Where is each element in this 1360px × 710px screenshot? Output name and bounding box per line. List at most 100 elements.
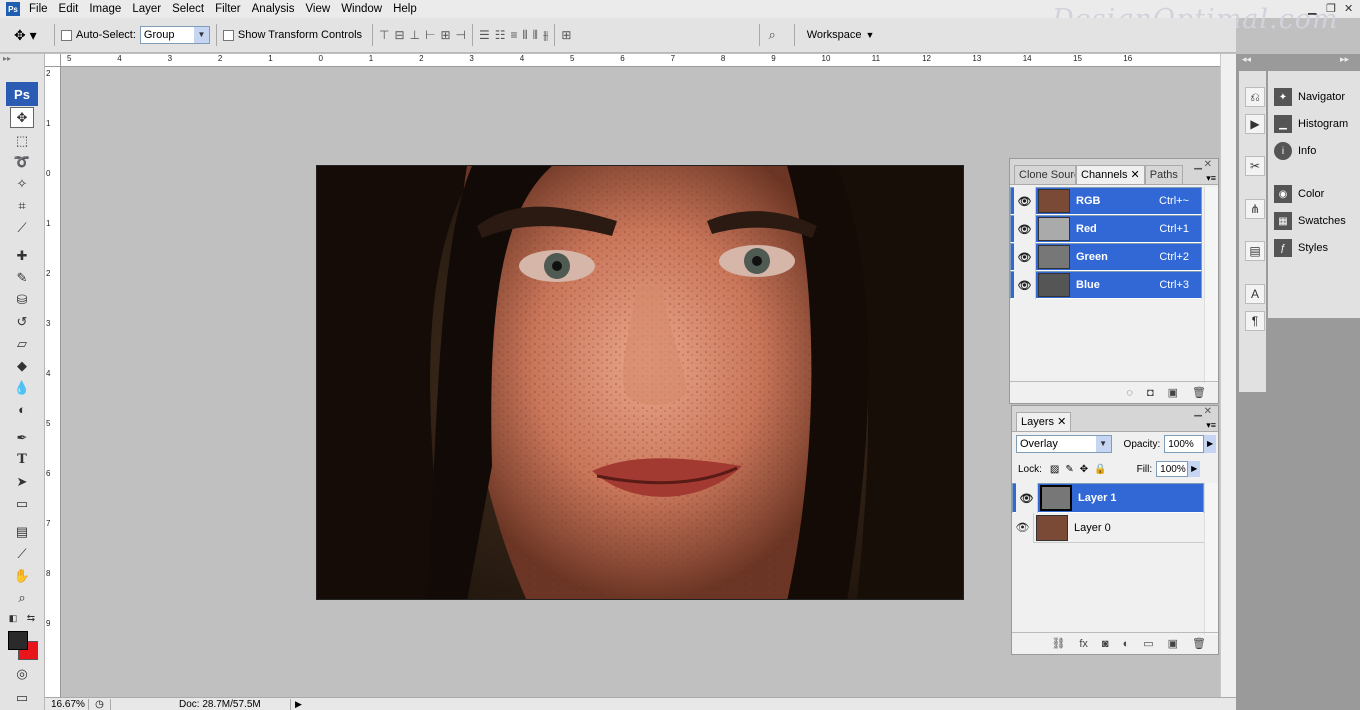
save-selection-icon[interactable]: ◘ <box>1147 387 1154 399</box>
blur-tool-icon[interactable]: 💧 <box>10 377 34 398</box>
link-layers-icon[interactable]: ⛓ <box>1051 637 1065 650</box>
delete-channel-icon[interactable]: 🗑 <box>1192 386 1206 399</box>
clone-stamp-icon[interactable]: ⛁ <box>10 289 34 310</box>
crop-tool-icon[interactable]: ⌗ <box>10 195 34 216</box>
channel-row-red[interactable]: 👁 Red Ctrl+1 <box>1010 215 1202 243</box>
paint-bucket-icon[interactable]: ◆ <box>10 355 34 376</box>
move-tool-preset-icon[interactable]: ✥ ▾ <box>14 27 48 44</box>
panel-close-icon[interactable]: ✕ <box>1204 159 1212 170</box>
dock-collapse-icon[interactable]: ◂◂ <box>1242 54 1251 68</box>
pen-tool-icon[interactable]: ✒ <box>10 427 34 448</box>
dodge-tool-icon[interactable]: ◐ <box>10 399 34 420</box>
notes-tool-icon[interactable]: ▤ <box>10 521 34 542</box>
type-tool-icon[interactable]: T <box>10 449 34 470</box>
status-icon[interactable]: ◷ <box>89 698 111 710</box>
tab-paths[interactable]: Paths <box>1144 165 1183 184</box>
new-channel-icon[interactable]: ▣ <box>1168 386 1178 399</box>
canvas-vertical-scrollbar[interactable] <box>1220 54 1236 697</box>
path-selection-icon[interactable]: ➤ <box>10 471 34 492</box>
delete-layer-icon[interactable]: 🗑 <box>1192 637 1206 650</box>
lock-position-icon[interactable]: ✥ <box>1080 464 1088 475</box>
eye-icon[interactable]: 👁 <box>1014 215 1036 243</box>
bridge-icon[interactable]: ⌕ <box>768 27 775 43</box>
rectangle-tool-icon[interactable]: ▭ <box>10 493 34 514</box>
channels-scrollbar[interactable] <box>1204 187 1218 383</box>
magic-wand-icon[interactable]: ✧ <box>10 173 34 194</box>
channel-row-green[interactable]: 👁 Green Ctrl+2 <box>1010 243 1202 271</box>
tab-clone-source[interactable]: Clone Sourc <box>1014 165 1076 184</box>
zoom-level[interactable]: 16.67% <box>45 698 89 710</box>
eye-icon[interactable]: 👁 <box>1012 512 1034 543</box>
slice-tool-icon[interactable]: ⟋ <box>10 217 34 238</box>
panel-menu-icon[interactable]: ▾≡ <box>1206 420 1216 431</box>
channel-row-blue[interactable]: 👁 Blue Ctrl+3 <box>1010 271 1202 299</box>
auto-select-checkbox[interactable] <box>61 29 72 41</box>
document-image[interactable] <box>316 165 964 600</box>
menu-filter[interactable]: Filter <box>210 3 247 15</box>
distribute-vcenter-icon[interactable]: ☷ <box>495 28 506 42</box>
menu-analysis[interactable]: Analysis <box>247 3 301 15</box>
align-top-icon[interactable]: ⊤ <box>379 28 389 42</box>
quick-mask-icon[interactable]: ◎ <box>10 663 34 684</box>
transform-controls-checkbox[interactable] <box>222 29 234 41</box>
auto-align-icon[interactable]: ⊞ <box>561 28 571 42</box>
paragraph-icon[interactable]: ¶ <box>1245 311 1265 331</box>
panel-minimize-icon[interactable]: ▁ <box>1194 406 1202 417</box>
color-item[interactable]: ◉ Color <box>1274 185 1324 203</box>
move-tool-icon[interactable]: ✥ <box>10 107 34 128</box>
marquee-tool-icon[interactable]: ⬚ <box>10 130 34 151</box>
new-layer-icon[interactable]: ▣ <box>1168 637 1178 650</box>
paragraph-styles-icon[interactable]: ▤ <box>1245 241 1265 261</box>
layer-mask-icon[interactable]: ◙ <box>1102 638 1109 650</box>
align-left-icon[interactable]: ⊢ <box>425 28 435 42</box>
fill-slider-icon[interactable]: ▶ <box>1188 461 1201 477</box>
blend-mode-dropdown[interactable]: Overlay ▼ <box>1016 435 1112 453</box>
workspace-menu[interactable]: Workspace <box>807 29 862 41</box>
align-bottom-icon[interactable]: ⊥ <box>410 28 420 42</box>
tab-channels[interactable]: Channels ✕ <box>1076 165 1145 184</box>
fill-field[interactable]: 100% <box>1156 461 1189 477</box>
character-icon[interactable]: A <box>1245 284 1265 304</box>
foreground-color-swatch[interactable] <box>8 631 28 650</box>
vertical-ruler[interactable]: 2 1 0 1 2 3 4 5 6 7 8 9 <box>45 67 61 697</box>
close-icon[interactable]: ✕ <box>1344 2 1353 15</box>
minimize-icon[interactable]: ▁ <box>1308 2 1316 15</box>
info-item[interactable]: i Info <box>1274 142 1316 160</box>
eye-icon[interactable]: 👁 <box>1014 271 1036 299</box>
lasso-tool-icon[interactable]: ➰ <box>10 151 34 172</box>
eyedropper-icon[interactable]: ⟋ <box>10 543 34 564</box>
eye-icon[interactable]: 👁 <box>1014 243 1036 271</box>
eraser-tool-icon[interactable]: ▱ <box>10 333 34 354</box>
zoom-tool-icon[interactable]: ⌕ <box>10 587 34 608</box>
lock-all-icon[interactable]: 🔒 <box>1094 464 1106 475</box>
distribute-top-icon[interactable]: ☰ <box>479 28 490 42</box>
layer-comps-icon[interactable]: ⋔ <box>1245 199 1265 219</box>
align-vcenter-icon[interactable]: ⊟ <box>394 28 404 42</box>
auto-select-dropdown[interactable]: Group ▼ <box>139 26 210 44</box>
opacity-slider-icon[interactable]: ▶ <box>1204 435 1216 453</box>
healing-brush-icon[interactable]: ✚ <box>10 245 34 266</box>
distribute-hcenter-icon[interactable]: ⦀ <box>533 28 538 43</box>
horizontal-ruler[interactable]: 5 4 3 2 1 0 1 2 3 4 5 6 7 8 9 10 11 12 13 14 15 16 <box>61 54 1220 67</box>
menu-select[interactable]: Select <box>167 3 210 15</box>
panel-minimize-icon[interactable]: ▁ <box>1194 159 1202 170</box>
menu-help[interactable]: Help <box>388 3 423 15</box>
layer-style-icon[interactable]: fx <box>1079 638 1088 650</box>
hand-tool-icon[interactable]: ✋ <box>10 565 34 586</box>
layer-row-layer-1[interactable]: 👁 Layer 1 <box>1012 483 1204 513</box>
history-brush-icon[interactable]: ↺ <box>10 311 34 332</box>
load-selection-icon[interactable]: ◌ <box>1126 387 1133 399</box>
menu-window[interactable]: Window <box>336 3 388 15</box>
new-group-icon[interactable]: ▭ <box>1143 637 1153 650</box>
eye-icon[interactable]: 👁 <box>1016 483 1038 513</box>
menu-edit[interactable]: Edit <box>54 3 85 15</box>
swatches-item[interactable]: ▦ Swatches <box>1274 212 1346 230</box>
swap-colors-icon[interactable]: ⇆ <box>24 611 38 625</box>
menu-layer[interactable]: Layer <box>127 3 167 15</box>
panel-close-icon[interactable]: ✕ <box>1204 406 1212 417</box>
navigator-item[interactable]: ✦ Navigator <box>1274 88 1345 106</box>
restore-icon[interactable]: ❐ <box>1326 2 1336 15</box>
ruler-origin[interactable] <box>45 54 61 67</box>
screen-mode-icon[interactable]: ▭ <box>10 687 34 708</box>
align-hcenter-icon[interactable]: ⊞ <box>440 28 450 42</box>
